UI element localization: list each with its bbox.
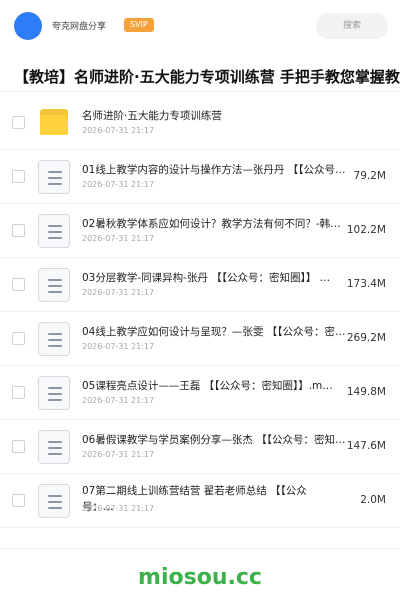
document-icon xyxy=(38,484,70,518)
file-size: 147.6M xyxy=(346,440,386,452)
file-name: 01线上教学内容的设计与操作方法—张丹丹 【【公众号：密知圈】】.mp4 xyxy=(82,164,352,176)
select-checkbox[interactable] xyxy=(12,278,25,291)
select-checkbox[interactable] xyxy=(12,332,25,345)
file-row[interactable]: 05课程亮点设计——王磊 【【公众号：密知圈】】.m… 2026-07-31 21… xyxy=(0,366,400,420)
file-date: 2026-07-31 21:17 xyxy=(82,126,155,135)
header: 夸克网盘分享 SVIP 搜索 xyxy=(0,0,400,52)
file-size: 79.2M xyxy=(353,170,386,182)
file-name: 名师进阶·五大能力专项训练营 xyxy=(82,110,222,122)
document-icon xyxy=(38,268,70,302)
file-size: 102.2M xyxy=(346,224,386,236)
file-date: 2026-07-31 21:17 xyxy=(82,288,155,297)
page-title: 【教培】名师进阶·五大能力专项训练营 手把手教您掌握教 xyxy=(14,68,400,86)
document-icon xyxy=(38,214,70,248)
file-date: 2026-07-31 21:17 xyxy=(82,180,155,189)
document-icon xyxy=(38,322,70,356)
file-name: 05课程亮点设计——王磊 【【公众号：密知圈】】.m… xyxy=(82,380,333,392)
avatar[interactable] xyxy=(14,12,42,40)
file-row[interactable]: 01线上教学内容的设计与操作方法—张丹丹 【【公众号：密知圈】】.mp4 2026… xyxy=(0,150,400,204)
file-name: 03分层教学-同课异构-张丹 【【公众号：密知圈】】 … xyxy=(82,272,331,284)
footer: miosou.cc xyxy=(0,548,400,600)
svip-badge: SVIP xyxy=(124,18,154,32)
file-name: 02暑秋教学体系应如何设计？教学方法有何不同？-韩… xyxy=(82,218,341,230)
select-checkbox[interactable] xyxy=(12,386,25,399)
select-checkbox[interactable] xyxy=(12,224,25,237)
file-row[interactable]: 06暑假课教学与学员案例分享—张杰 【【公众号：密知… 2026-07-31 21… xyxy=(0,420,400,474)
file-list: 名师进阶·五大能力专项训练营 2026-07-31 21:17 01线上教学内容的设… xyxy=(0,96,400,528)
username: 夸克网盘分享 xyxy=(52,22,107,32)
file-name: 04线上教学应如何设计与呈现？—张雯 【【公众号：密… xyxy=(82,326,346,338)
file-name: 06暑假课教学与学员案例分享—张杰 【【公众号：密知… xyxy=(82,434,346,446)
file-row[interactable]: 03分层教学-同课异构-张丹 【【公众号：密知圈】】 … 2026-07-31 2… xyxy=(0,258,400,312)
document-icon xyxy=(38,430,70,464)
file-row[interactable]: 07第二期线上训练营结营 翟若老师总结 【【公众号：… 2026-07-31 21… xyxy=(0,474,400,528)
file-size: 149.8M xyxy=(346,386,386,398)
file-date: 2026-07-31 21:17 xyxy=(82,450,155,459)
folder-row[interactable]: 名师进阶·五大能力专项训练营 2026-07-31 21:17 xyxy=(0,96,400,150)
select-checkbox[interactable] xyxy=(12,440,25,453)
document-icon xyxy=(38,160,70,194)
file-size: 269.2M xyxy=(346,332,386,344)
file-date: 2026-07-31 21:17 xyxy=(82,396,155,405)
file-date: 2026-07-31 21:17 xyxy=(82,234,155,243)
document-icon xyxy=(38,376,70,410)
file-row[interactable]: 04线上教学应如何设计与呈现？—张雯 【【公众号：密… 2026-07-31 21… xyxy=(0,312,400,366)
file-size: 173.4M xyxy=(346,278,386,290)
select-checkbox[interactable] xyxy=(12,170,25,183)
select-checkbox[interactable] xyxy=(12,494,25,507)
share-title-bar: 【教培】名师进阶·五大能力专项训练营 手把手教您掌握教 xyxy=(0,58,400,92)
file-date: 2026-07-31 21:17 xyxy=(82,504,155,513)
search-input[interactable]: 搜索 xyxy=(316,13,388,39)
file-row[interactable]: 02暑秋教学体系应如何设计？教学方法有何不同？-韩… 2026-07-31 21:… xyxy=(0,204,400,258)
brand-watermark: miosou.cc xyxy=(138,565,262,590)
file-size: 2.0M xyxy=(360,494,386,506)
file-date: 2026-07-31 21:17 xyxy=(82,342,155,351)
folder-icon xyxy=(40,109,68,135)
select-checkbox[interactable] xyxy=(12,116,25,129)
